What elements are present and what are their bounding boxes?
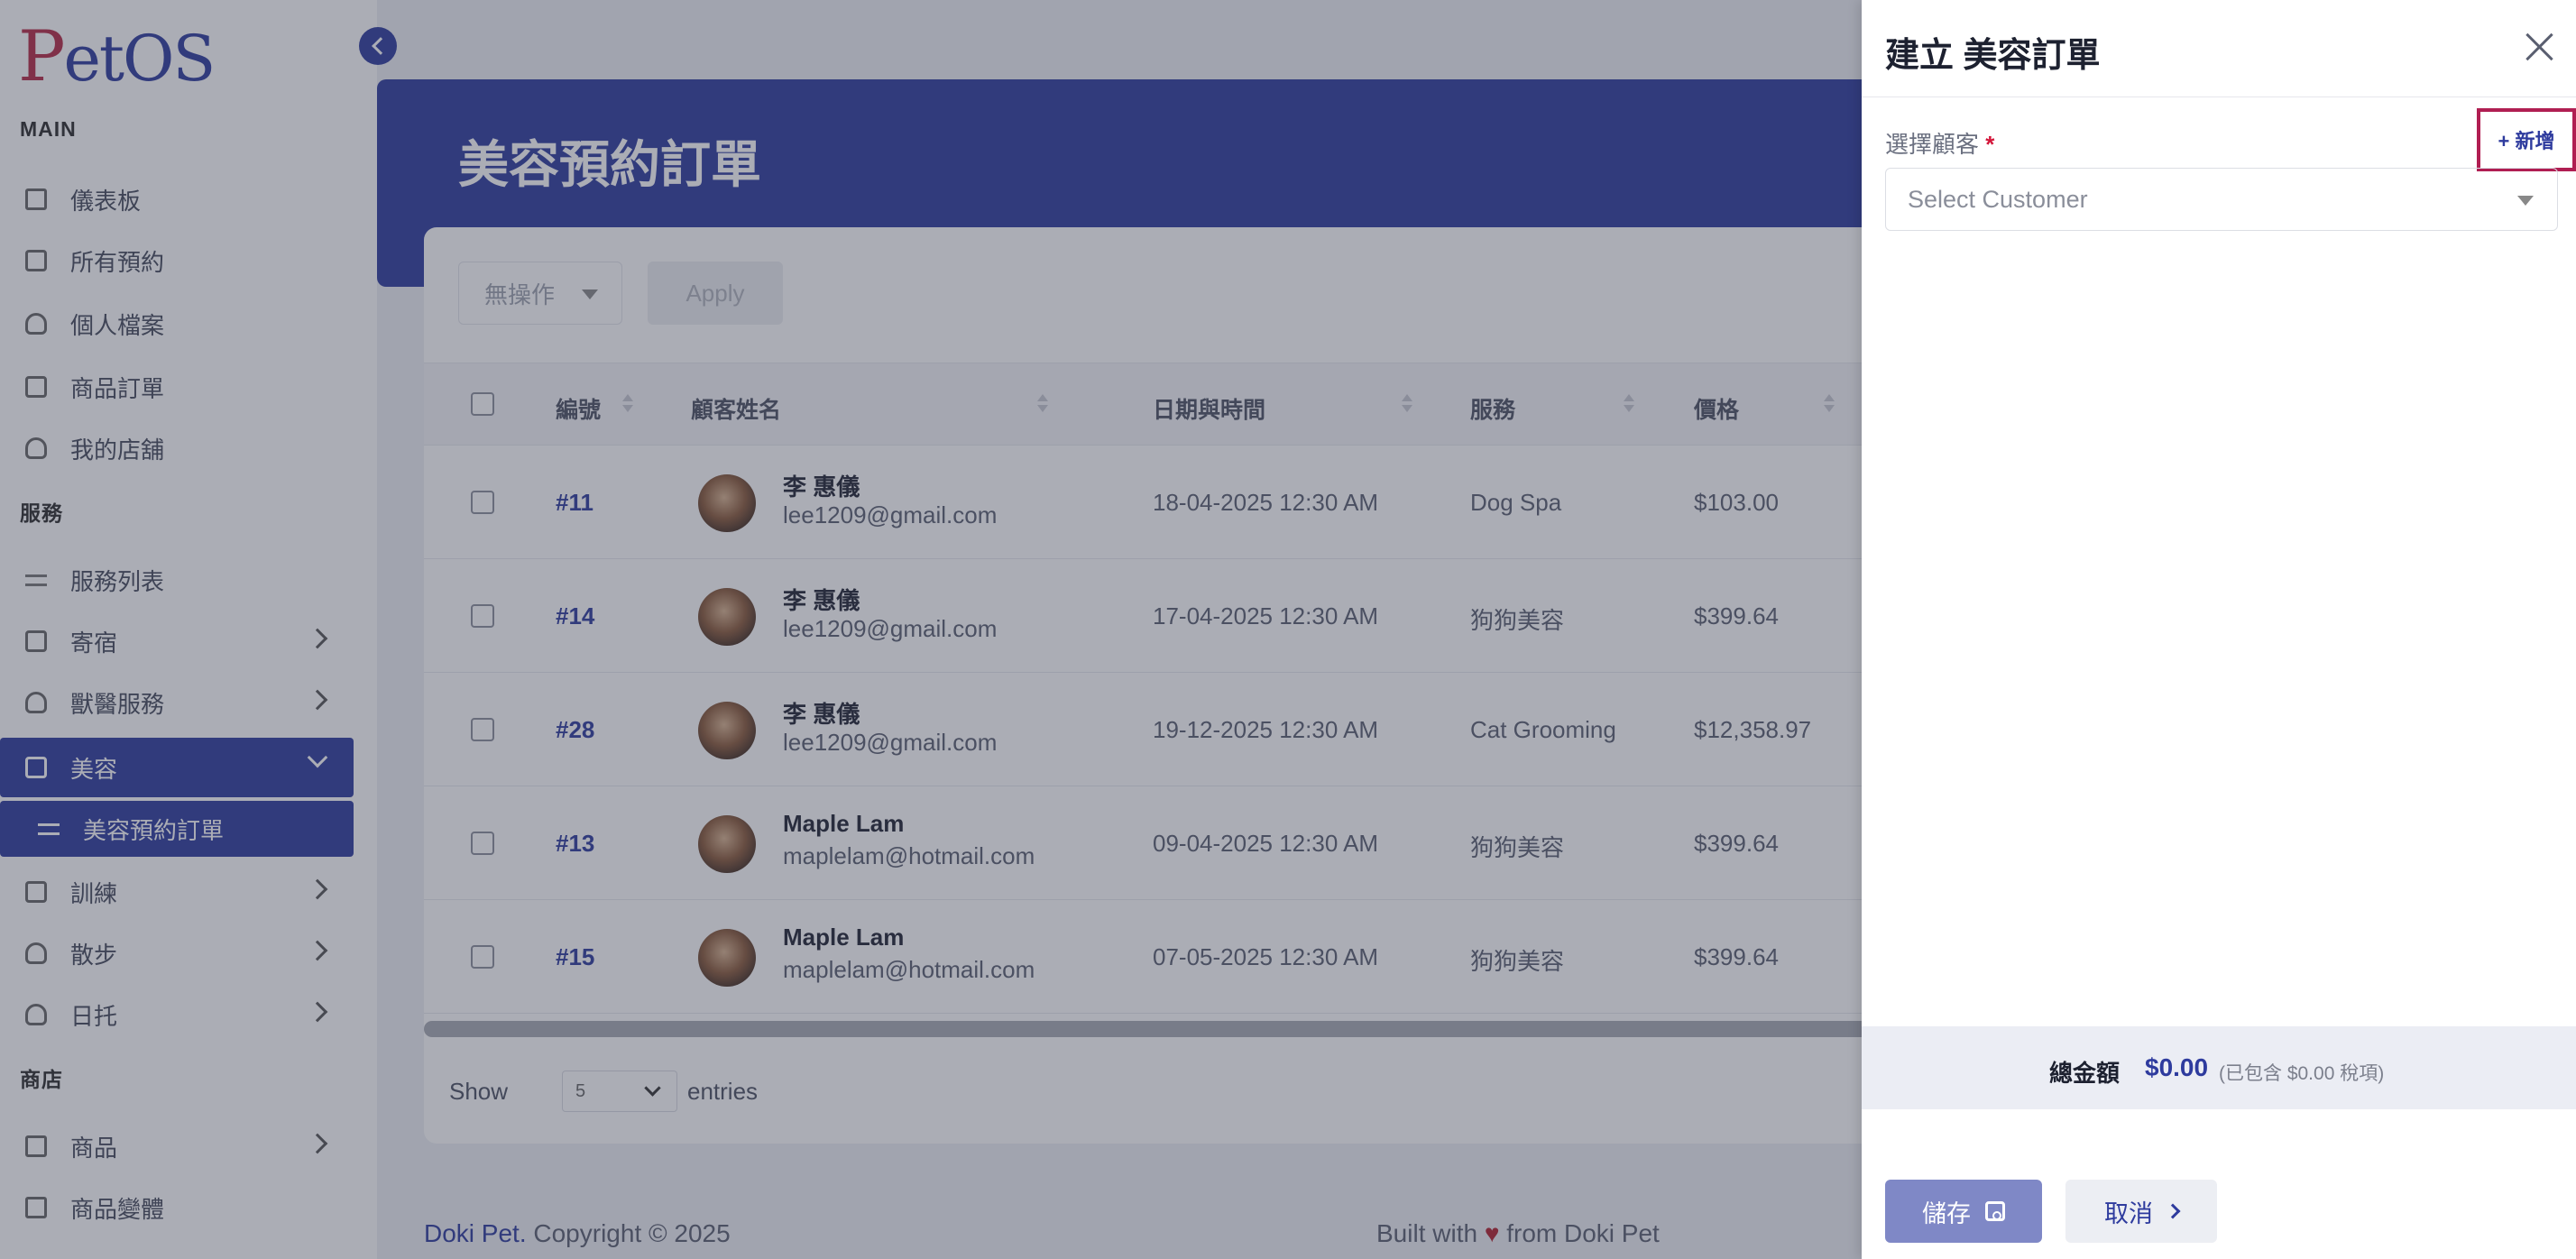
modal-backdrop[interactable] (0, 0, 1863, 1259)
required-mark: * (1985, 131, 1995, 158)
drawer-header: 建立 美容訂單 (1862, 0, 2576, 97)
create-order-drawer: 建立 美容訂單 選擇顧客 * + 新增 Select Customer 總金額 … (1862, 0, 2576, 1259)
customer-field-label: 選擇顧客 * (1885, 131, 1995, 158)
total-tax-note: (已包含 $0.00 稅項) (2219, 1063, 2385, 1084)
save-icon (1985, 1201, 2005, 1221)
drawer-title: 建立 美容訂單 (1885, 37, 2101, 75)
total-label: 總金額 (2049, 1060, 2121, 1087)
add-customer-button[interactable]: + 新增 (2477, 108, 2576, 171)
chevron-right-icon (2165, 1203, 2181, 1219)
close-icon[interactable] (2522, 29, 2558, 65)
total-bar: 總金額 $0.00 (已包含 $0.00 稅項) (1862, 1026, 2576, 1109)
cancel-button[interactable]: 取消 (2065, 1180, 2217, 1243)
total-amount: $0.00 (2145, 1053, 2209, 1081)
save-button[interactable]: 儲存 (1885, 1180, 2042, 1243)
caret-down-icon (2517, 196, 2534, 206)
customer-select[interactable]: Select Customer (1885, 168, 2558, 231)
